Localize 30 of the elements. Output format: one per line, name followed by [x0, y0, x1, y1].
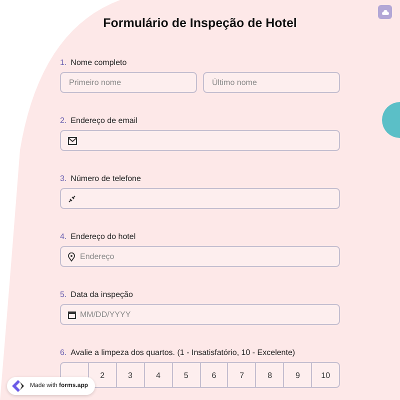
logo-icon — [12, 380, 26, 392]
rating-option[interactable]: 6 — [200, 363, 228, 387]
question-label: Endereço do hotel — [70, 232, 136, 241]
cloud-icon — [382, 10, 388, 14]
question-number: 6. — [60, 348, 67, 357]
email-field[interactable] — [60, 130, 340, 151]
question-number: 3. — [60, 174, 67, 183]
question-number: 4. — [60, 232, 67, 241]
rating-option[interactable]: 3 — [116, 363, 144, 387]
rating-option[interactable]: 7 — [227, 363, 256, 387]
phone-field[interactable] — [60, 188, 340, 209]
question-number: 5. — [60, 290, 67, 299]
rating-option[interactable]: 8 — [255, 363, 284, 387]
question-label: Endereço de email — [70, 116, 138, 125]
question-label: Avalie a limpeza dos quartos. (1 - Insatisfatório, 10 - Excelente) — [70, 348, 296, 357]
date-field[interactable]: MM/DD/YYYY — [60, 304, 340, 325]
question-number: 2. — [60, 116, 67, 125]
name-field[interactable]: Último nome — [203, 72, 340, 93]
rating-option[interactable]: 9 — [283, 363, 312, 387]
address-field[interactable]: Endereço — [60, 246, 340, 267]
rating-option[interactable]: 4 — [144, 363, 172, 387]
rating-option[interactable]: 5 — [172, 363, 200, 387]
form-title: Formulário de Inspeção de Hotel — [102, 16, 298, 30]
rating-option[interactable]: 10 — [311, 363, 339, 387]
question-label: Número de telefone — [70, 174, 141, 183]
cloud-button[interactable] — [378, 5, 392, 19]
name-field[interactable]: Primeiro nome — [60, 72, 197, 93]
question-label: Data da inspeção — [70, 290, 133, 299]
question-label: Nome completo — [70, 58, 127, 67]
question-number: 1. — [60, 58, 67, 67]
